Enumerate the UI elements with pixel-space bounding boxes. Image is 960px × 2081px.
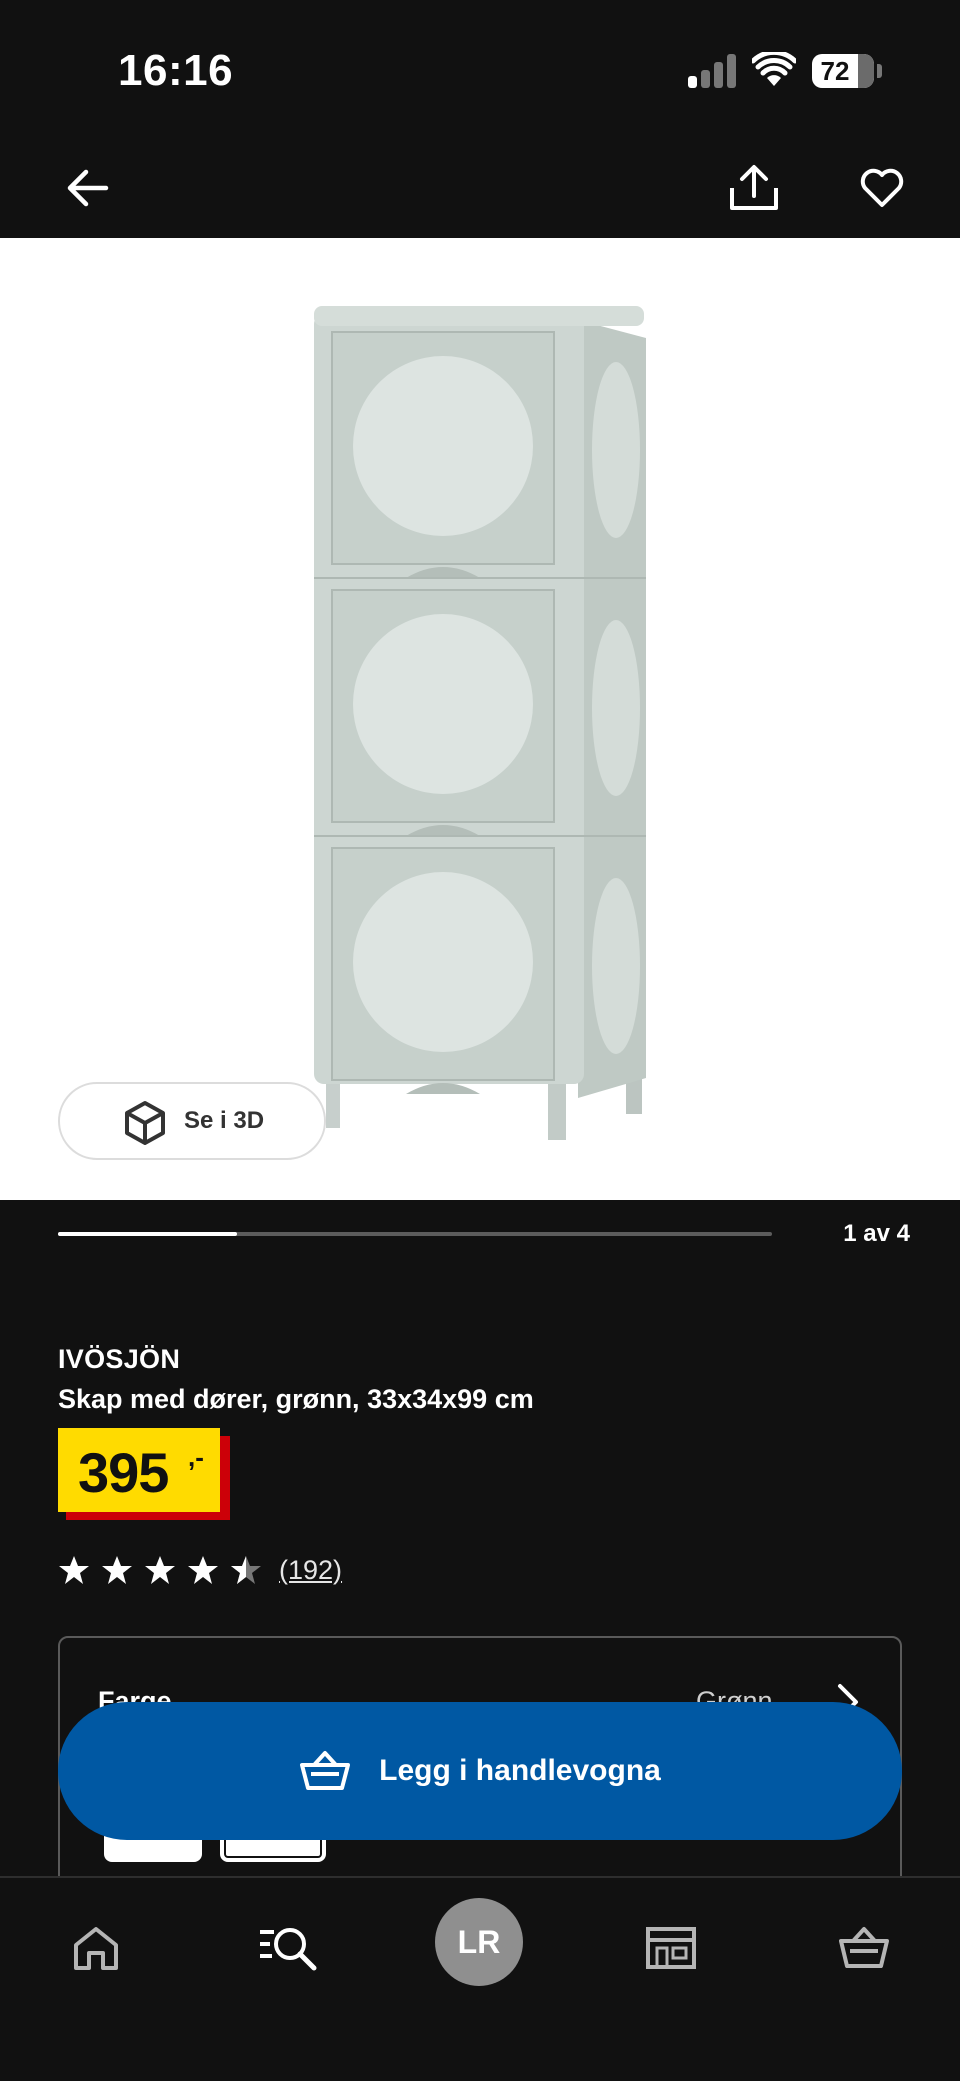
cube-3d-icon <box>125 1101 165 1145</box>
star-icon <box>145 1556 175 1584</box>
share-icon <box>730 165 778 210</box>
price-value: 395 <box>78 1441 169 1504</box>
product-name: IVÖSJÖN <box>58 1344 181 1374</box>
price-tag: 395 ,- <box>58 1428 230 1520</box>
product-image <box>314 306 646 1140</box>
back-button[interactable] <box>58 158 118 218</box>
status-bar: 16:16 72 <box>0 0 960 140</box>
battery-indicator: 72 <box>812 54 874 88</box>
shopping-basket-icon <box>300 1751 351 1790</box>
status-time: 16:16 <box>118 46 234 95</box>
home-icon <box>74 1927 118 1970</box>
arrow-left-icon <box>67 169 109 207</box>
gallery-progress-track <box>58 1232 772 1236</box>
product-image-gallery[interactable]: Se i 3D <box>0 238 960 1200</box>
gallery-progress-fill <box>58 1232 237 1236</box>
star-icon <box>188 1556 218 1584</box>
profile-avatar[interactable]: LR <box>435 1898 523 1986</box>
star-icon <box>102 1556 132 1584</box>
tab-cart[interactable] <box>824 1908 904 1988</box>
view-in-3d-button[interactable]: Se i 3D <box>58 1082 326 1160</box>
add-to-cart-button[interactable]: Legg i handlevogna <box>58 1702 902 1840</box>
product-description: Skap med dører, grønn, 33x34x99 cm <box>58 1384 534 1414</box>
favourite-button[interactable] <box>852 158 912 218</box>
wifi-icon <box>752 52 796 86</box>
store-icon <box>646 1927 696 1969</box>
search-icon <box>260 1928 317 1971</box>
top-navigation <box>0 140 960 238</box>
review-count-link[interactable]: (192) <box>279 1555 342 1586</box>
cart-icon <box>839 1927 889 1968</box>
add-to-cart-label: Legg i handlevogna <box>379 1754 661 1787</box>
tab-store[interactable] <box>631 1908 711 1988</box>
gallery-page-indicator: 1 av 4 <box>843 1220 910 1247</box>
tab-search[interactable] <box>248 1908 328 1988</box>
star-icon <box>59 1556 89 1584</box>
product-rating[interactable]: (192) <box>58 1552 342 1588</box>
tab-home[interactable] <box>56 1908 136 1988</box>
share-button[interactable] <box>724 158 784 218</box>
heart-icon <box>860 168 904 207</box>
bottom-navigation: LR <box>0 1876 960 2081</box>
view-in-3d-label: Se i 3D <box>184 1107 265 1134</box>
battery-level: 72 <box>820 56 850 86</box>
battery-tip <box>877 64 882 78</box>
price-suffix: ,- <box>188 1442 204 1472</box>
star-half-icon <box>231 1556 261 1584</box>
cellular-signal-icon <box>688 54 738 88</box>
